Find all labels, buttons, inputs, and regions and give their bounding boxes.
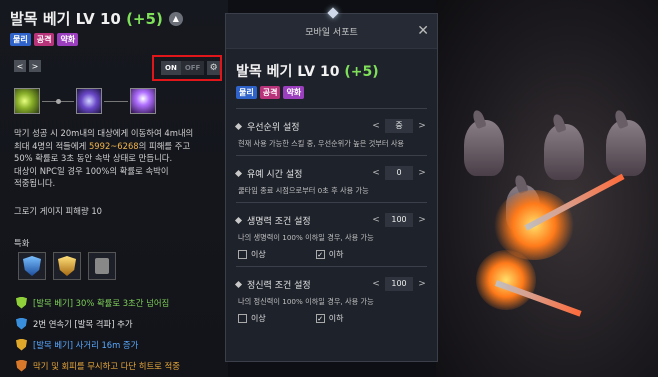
- mod-icon-locked[interactable]: [88, 252, 116, 280]
- mod-item: 막기 및 회피를 무시하고 다단 히트로 적중: [16, 355, 180, 376]
- skill-title: 발목 베기 LV 10 (+5): [10, 10, 163, 28]
- mod-item: [발목 베기] 사거리 16m 증가: [16, 334, 180, 355]
- auto-use-toggle[interactable]: ON OFF: [161, 61, 205, 75]
- mod-item: 2번 연속기 [발목 격파] 추가: [16, 313, 180, 334]
- mp-condition-setting: 정신력 조건 설정 < 100 > 나의 정신력이 100% 이하일 경우, 사…: [226, 275, 437, 324]
- mobile-support-settings-icon[interactable]: ⚙: [207, 61, 220, 75]
- skill-chain: [14, 88, 156, 118]
- panel-skill-tags: 물리 공격 약화: [236, 86, 427, 99]
- groggy-gauge-text: 그로기 게이지 피해량 10: [14, 206, 102, 216]
- skill-description: 막기 성공 시 20m내의 대상에게 이동하여 4m내의 최대 4명의 적들에게…: [14, 128, 194, 188]
- diamond-ornament-icon: [327, 7, 339, 19]
- bullet-icon: [234, 280, 243, 288]
- mod-blue-icon: [16, 317, 27, 330]
- damage-range: 5992~6268: [88, 140, 139, 151]
- game-scene: [436, 0, 658, 377]
- bullet-icon: [234, 169, 243, 177]
- skill-icon-1[interactable]: [14, 88, 40, 114]
- mp-above-checkbox[interactable]: 이상: [238, 313, 266, 324]
- skill-nav: < >: [14, 60, 41, 72]
- decrease-button[interactable]: <: [371, 168, 381, 178]
- tag-weaken: 약화: [57, 33, 79, 46]
- lock-icon: [95, 258, 109, 274]
- bullet-icon: [234, 216, 243, 224]
- close-icon[interactable]: ✕: [417, 23, 429, 39]
- decrease-button[interactable]: <: [371, 279, 381, 289]
- skill-tags: 물리 공격 약화: [10, 33, 218, 46]
- mod-icon-blue[interactable]: [18, 252, 46, 280]
- mod-green-icon: [16, 296, 27, 309]
- priority-setting: 우선순위 설정 < 중 > 현재 사용 가능한 스킬 중, 우선순위가 높은 것…: [226, 117, 437, 149]
- skill-icon-3[interactable]: [130, 88, 156, 114]
- specialization-icons: [18, 252, 116, 280]
- hp-condition-setting: 생명력 조건 설정 < 100 > 나의 생명력이 100% 이하일 경우, 사…: [226, 211, 437, 260]
- delay-stepper: < 0 >: [371, 166, 427, 180]
- next-skill-button[interactable]: >: [29, 60, 41, 72]
- priority-stepper: < 중 >: [371, 119, 427, 133]
- decrease-button[interactable]: <: [371, 215, 381, 225]
- toggle-on[interactable]: ON: [161, 61, 181, 75]
- mp-stepper: < 100 >: [371, 277, 427, 291]
- specialization-list: [발목 베기] 30% 확률로 3초간 넘어짐 2번 연속기 [발목 격파] 추…: [16, 292, 180, 376]
- tag-attack: 공격: [33, 33, 55, 46]
- mod-yellow-icon: [16, 338, 27, 351]
- increase-button[interactable]: >: [417, 279, 427, 289]
- decrease-button[interactable]: <: [371, 121, 381, 131]
- increase-button[interactable]: >: [417, 215, 427, 225]
- hp-stepper: < 100 >: [371, 213, 427, 227]
- toggle-off[interactable]: OFF: [181, 61, 205, 75]
- panel-skill-title: 발목 베기 LV 10 (+5): [236, 64, 379, 80]
- hp-above-checkbox[interactable]: 이상: [238, 249, 266, 260]
- delay-setting: 유예 시간 설정 < 0 > 쿨타임 종료 시점으로부터 0초 후 사용 가능: [226, 164, 437, 196]
- mod-item: [발목 베기] 30% 확률로 3초간 넘어짐: [16, 292, 180, 313]
- hp-below-checkbox[interactable]: ✓ 이하: [315, 249, 343, 260]
- tag-physical: 물리: [10, 33, 31, 46]
- increase-button[interactable]: >: [417, 121, 427, 131]
- mp-below-checkbox[interactable]: ✓ 이하: [315, 313, 343, 324]
- prev-skill-button[interactable]: <: [14, 60, 26, 72]
- level-up-icon[interactable]: ▲: [168, 11, 183, 26]
- panel-header: 모바일 서포트 ✕: [226, 7, 437, 49]
- mobile-support-panel: 모바일 서포트 ✕ 발목 베기 LV 10 (+5) 물리 공격 약화 우선순위…: [225, 7, 438, 362]
- specialization-title: 특화: [14, 238, 30, 248]
- panel-skill-info: 발목 베기 LV 10 (+5) 물리 공격 약화: [226, 49, 437, 99]
- bullet-icon: [234, 122, 243, 130]
- skill-title-row: 발목 베기 LV 10 (+5) ▲: [10, 8, 218, 29]
- skill-icon-2[interactable]: [76, 88, 102, 114]
- auto-toggle-highlight: ON OFF ⚙: [152, 55, 222, 81]
- panel-title: 모바일 서포트: [305, 27, 358, 38]
- mod-orange-icon: [16, 359, 27, 372]
- mod-icon-gold[interactable]: [53, 252, 81, 280]
- increase-button[interactable]: >: [417, 168, 427, 178]
